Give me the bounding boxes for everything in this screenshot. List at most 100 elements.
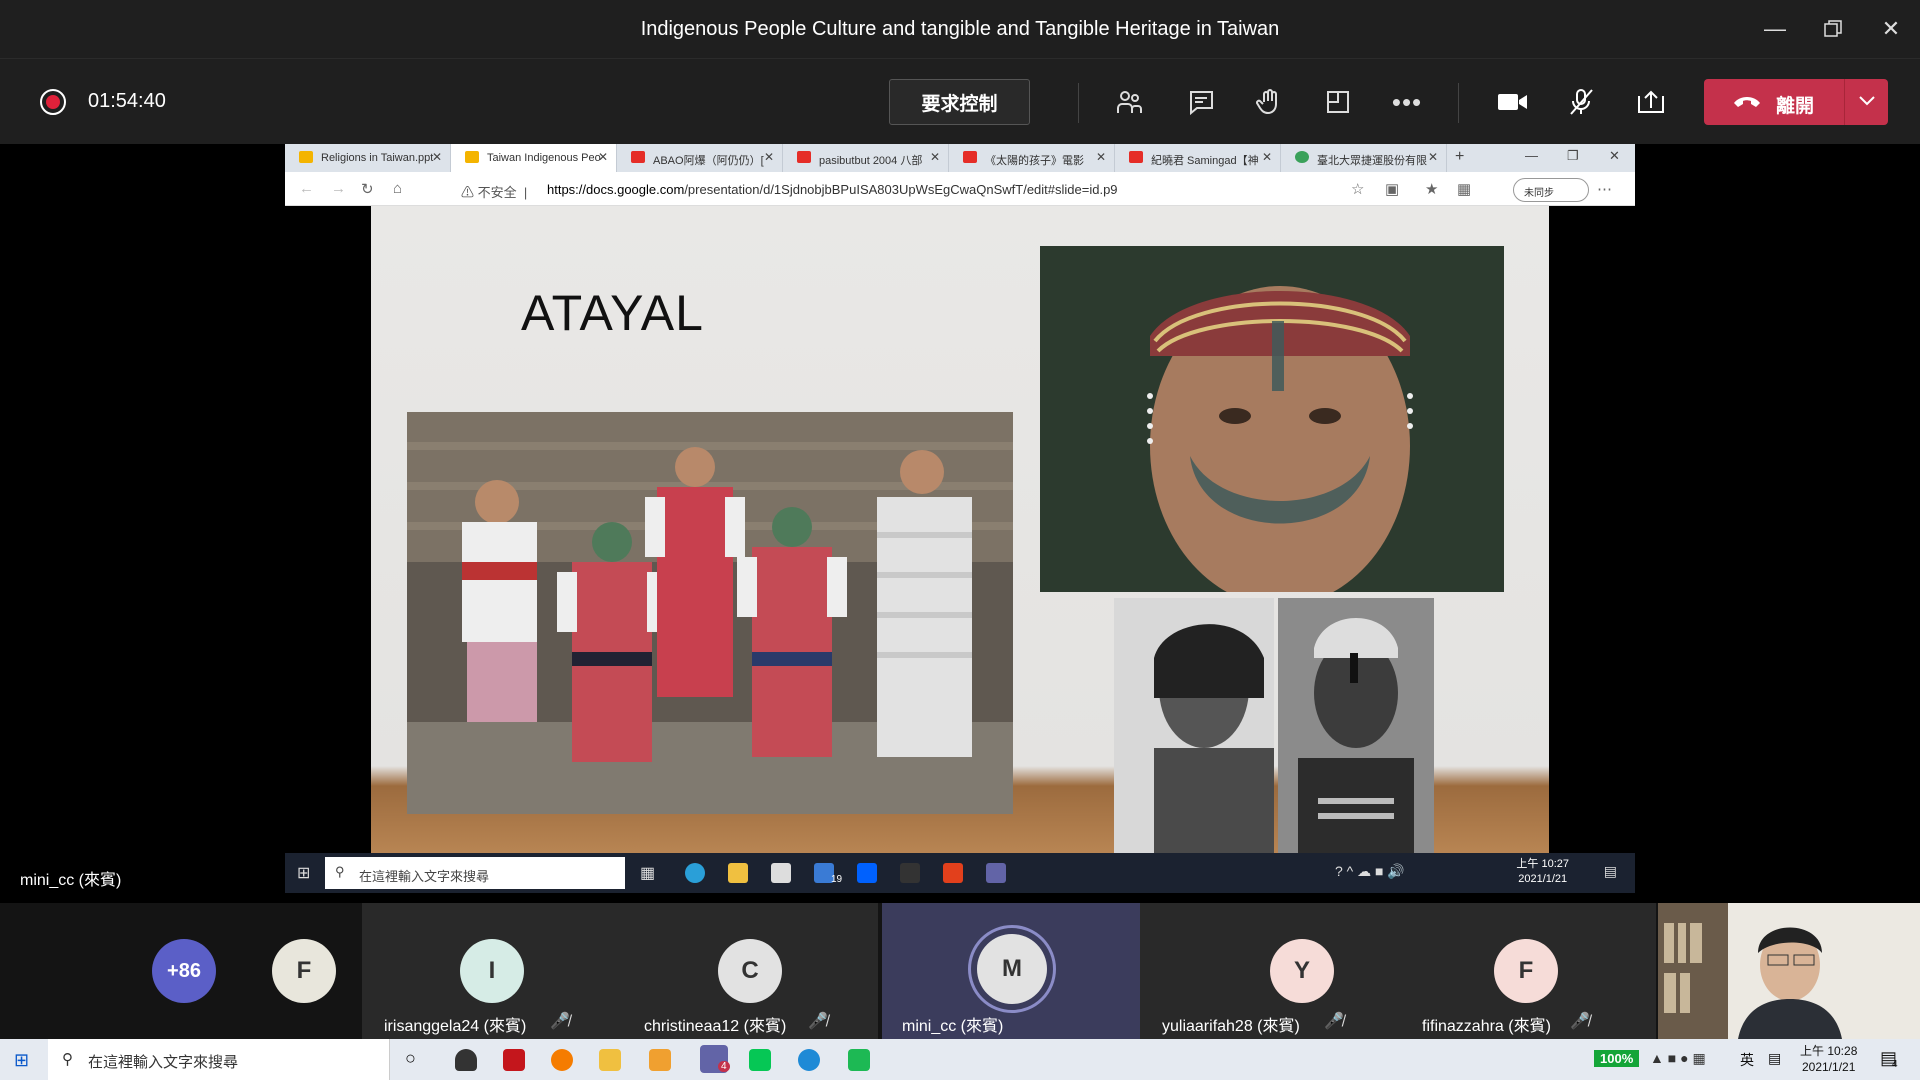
system-tray-icons[interactable]: ? ^ ☁ ■ 🔊 [1335,863,1405,880]
media-player-icon[interactable] [649,1049,671,1071]
overflow-cell: +86 F [104,903,362,1039]
acrobat-icon[interactable] [503,1049,525,1071]
app-icon[interactable] [900,863,920,883]
home-icon[interactable]: ⌂ [393,180,402,197]
browser-tab[interactable]: ABAO阿爆（阿仍仍）[✕ [617,144,783,172]
close-tab-icon[interactable]: ✕ [1428,150,1438,164]
browser-minimize-button[interactable]: — [1525,148,1538,163]
camera-button[interactable] [1492,81,1534,123]
mic-button[interactable] [1560,81,1602,123]
profile-portrait-image [1114,598,1274,853]
sync-button[interactable]: 未同步 [1513,178,1589,202]
overflow-count[interactable]: +86 [152,939,216,1003]
hand-icon [1256,89,1277,115]
group-photo-image [407,412,1013,814]
chevron-down-icon[interactable] [1856,89,1878,117]
close-tab-icon[interactable]: ✕ [1262,150,1272,164]
store-icon[interactable] [771,863,791,883]
more-options-button[interactable]: ••• [1386,81,1428,123]
raise-hand-button[interactable] [1248,81,1290,123]
notification-icon[interactable]: ▤ [1604,863,1617,880]
security-warning[interactable]: ⚠ 不安全 | [461,182,527,201]
edge-icon[interactable] [685,863,705,883]
taskbar-clock[interactable]: 上午 10:28 2021/1/21 [1800,1043,1857,1075]
presentation-slide: ATAYAL [371,206,1549,853]
system-tray-icons[interactable]: ▲ ■ ● ▦ [1650,1050,1706,1067]
avatar: M [977,934,1047,1004]
app-icon[interactable] [848,1049,870,1071]
participant-strip: +86 F I irisanggela24 (來賓) 🎤̸ C christin… [0,903,1920,1039]
refresh-icon[interactable]: ↻ [361,180,374,198]
browser-tab[interactable]: 臺北大眾捷運股份有限 ✕ [1281,144,1447,172]
browser-tab[interactable]: 紀曉君 Samingad【神 ✕ [1115,144,1281,172]
browser-tab-strip: Religions in Taiwan.ppt ✕ Taiwan Indigeno… [285,144,1635,172]
favorites-icon[interactable]: ★ [1425,180,1438,198]
more-icon[interactable]: ⋯ [1597,180,1612,198]
extension-icon[interactable]: ▣ [1385,180,1399,198]
shared-taskbar-search[interactable]: ⚲ 在這裡輸入文字來搜尋 [325,857,625,889]
mic-off-icon: 🎤̸ [1324,1013,1344,1030]
security-shield-icon[interactable] [455,1049,477,1071]
close-tab-icon[interactable]: ✕ [930,150,940,164]
close-tab-icon[interactable]: ✕ [764,150,774,164]
browser-close-button[interactable]: ✕ [1609,148,1620,164]
windows-start-icon[interactable]: ⊞ [297,863,310,883]
participant-tile[interactable]: C christineaa12 (來賓) 🎤̸ [620,903,878,1039]
file-explorer-icon[interactable] [728,863,748,883]
participant-name: irisanggela24 (來賓) [384,1018,527,1035]
back-icon[interactable]: ← [299,180,314,197]
new-tab-button[interactable]: + [1447,144,1475,172]
participant-tile-speaking[interactable]: M mini_cc (來賓) [882,903,1140,1039]
forward-icon[interactable]: → [331,180,346,197]
windows-start-icon[interactable]: ⊞ [14,1050,29,1071]
edge-icon[interactable] [798,1049,820,1071]
minimize-button[interactable]: — [1746,0,1804,58]
address-bar: ← → ↻ ⌂ ⚠ 不安全 | https://docs.google.com/… [285,172,1635,206]
line-icon[interactable] [749,1049,771,1071]
search-icon: ⚲ [62,1051,73,1068]
youtube-icon [1129,151,1143,163]
rooms-button[interactable] [1317,81,1359,123]
task-view-icon[interactable]: ▦ [640,863,655,883]
share-button[interactable] [1630,81,1672,123]
file-explorer-icon[interactable] [599,1049,621,1071]
participant-tile[interactable]: F fifinazzahra (來賓) 🎤̸ [1398,903,1656,1039]
office-icon[interactable] [943,863,963,883]
youtube-icon [797,151,811,163]
taskbar-search-box[interactable]: ⚲ 在這裡輸入文字來搜尋 [48,1039,390,1080]
close-button[interactable]: ✕ [1862,0,1920,58]
browser-tab[interactable]: 《太陽的孩子》電影 ✕ [949,144,1115,172]
leave-button[interactable]: 離開 [1704,79,1888,125]
avatar[interactable]: F [272,939,336,1003]
self-video-preview[interactable] [1658,903,1920,1039]
close-tab-icon[interactable]: ✕ [1096,150,1106,164]
keyboard-icon[interactable]: ▤ [1768,1050,1781,1067]
participants-button[interactable] [1108,81,1150,123]
ime-indicator[interactable]: 英 [1740,1050,1754,1070]
browser-restore-button[interactable]: ❐ [1567,148,1579,164]
request-control-button[interactable]: 要求控制 [889,79,1030,125]
avatar: I [460,939,524,1003]
dropbox-icon[interactable] [857,863,877,883]
chat-button[interactable] [1180,81,1222,123]
browser-tab-active[interactable]: Taiwan Indigenous Peo ✕ [451,144,617,172]
battery-indicator[interactable]: 100% [1594,1050,1640,1067]
firefox-icon[interactable] [551,1049,573,1071]
participant-tile[interactable]: I irisanggela24 (來賓) 🎤̸ [362,903,620,1039]
participant-tile[interactable]: Y yuliaarifah28 (來賓) 🎤̸ [1140,903,1398,1039]
cortana-icon[interactable]: ○ [405,1048,416,1069]
slides-icon [465,151,479,163]
youtube-icon [963,151,977,163]
close-tab-icon[interactable]: ✕ [598,150,608,164]
teams-icon[interactable] [986,863,1006,883]
collections-icon[interactable]: ▦ [1457,180,1471,198]
participant-name: christineaa12 (來賓) [644,1018,787,1035]
close-tab-icon[interactable]: ✕ [432,150,442,164]
browser-tab[interactable]: pasibutbut 2004 八部 ✕ [783,144,949,172]
star-icon[interactable]: ☆ [1351,180,1364,198]
browser-tab[interactable]: Religions in Taiwan.ppt ✕ [285,144,451,172]
meeting-toolbar: 01:54:40 要求控制 ••• 離開 [0,58,1920,144]
restore-button[interactable] [1804,0,1862,58]
url-input[interactable]: https://docs.google.com/presentation/d/1… [547,182,1118,197]
speaking-ring: M [968,925,1056,1013]
